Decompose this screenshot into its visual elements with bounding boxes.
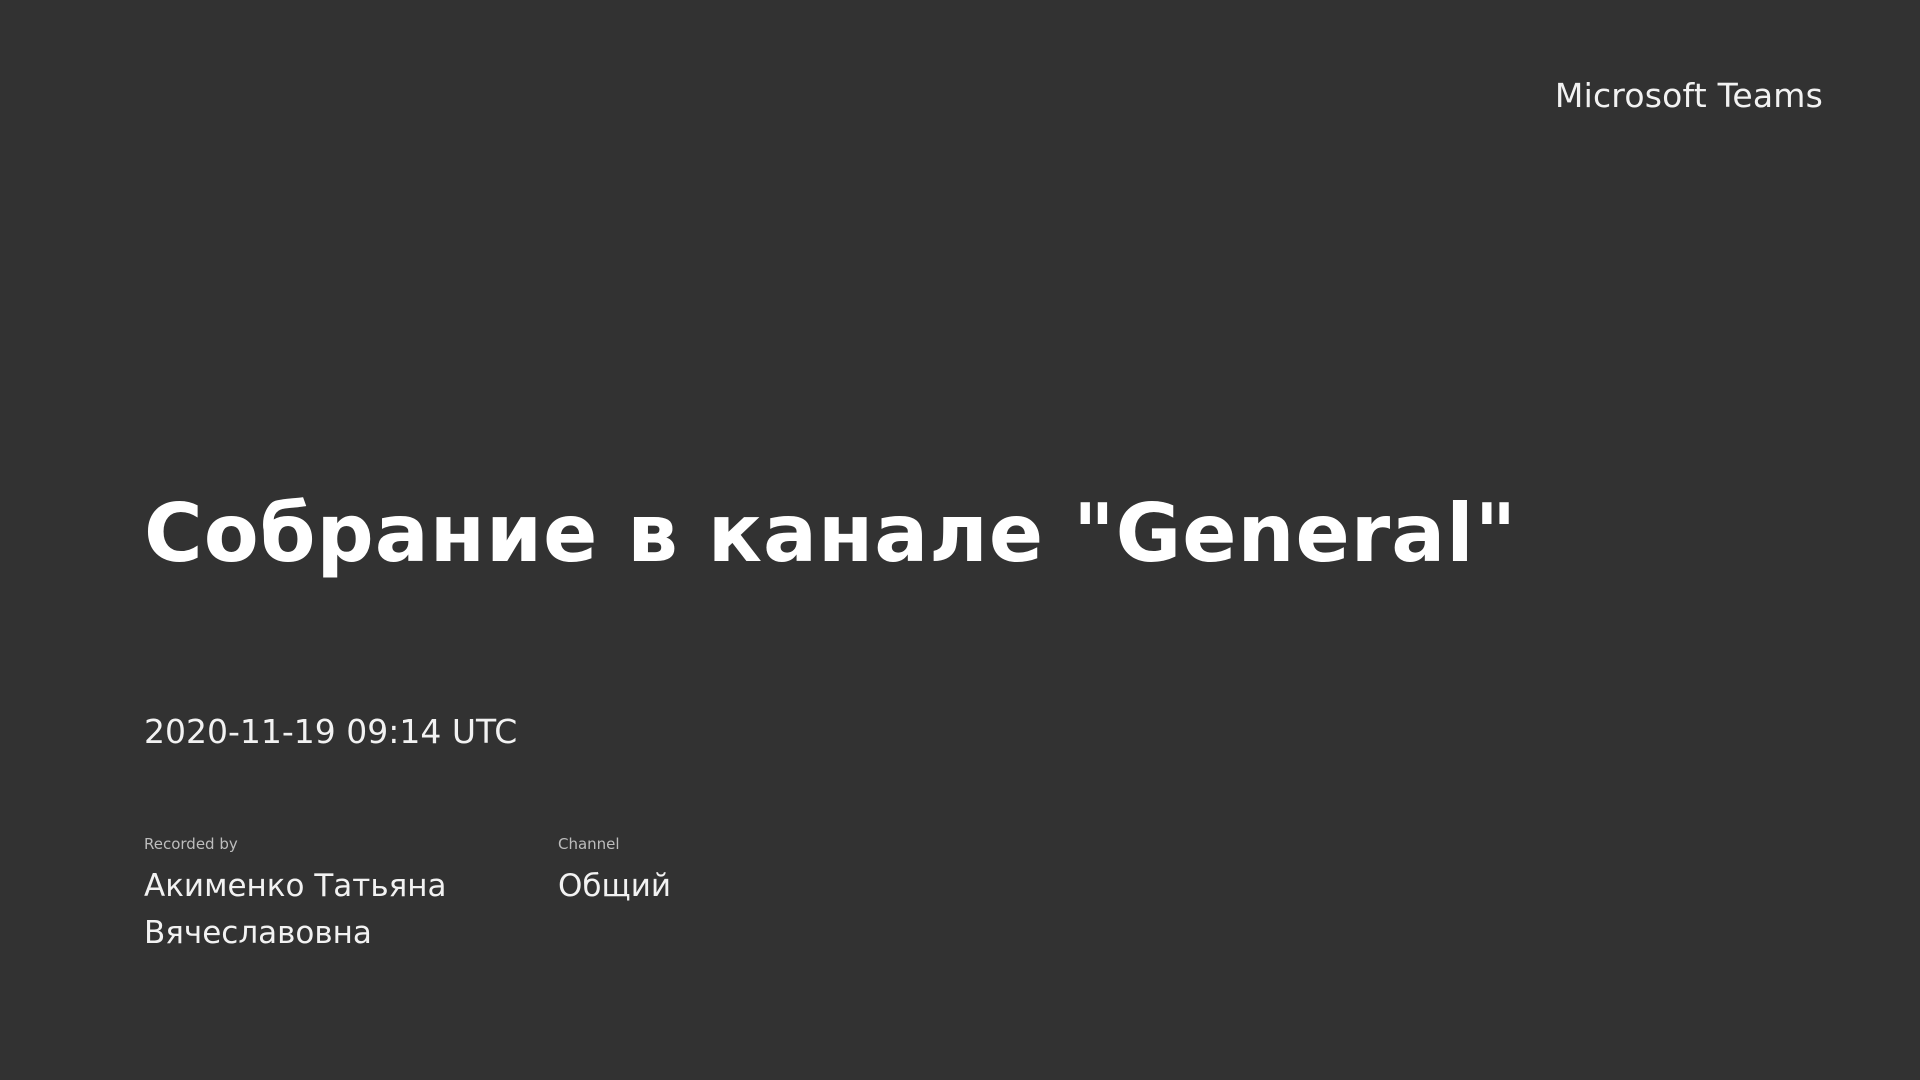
channel-value: Общий — [558, 868, 672, 904]
channel-section: Channel Общий — [558, 835, 918, 910]
meeting-title: Собрание в канале "General" — [144, 487, 1518, 580]
recorded-by-value: Акименко Татьяна Вячеславовна — [144, 868, 447, 951]
recorded-by-section: Recorded by Акименко Татьяна Вячеславовн… — [144, 835, 504, 957]
channel-label: Channel — [558, 835, 620, 853]
meeting-datetime: 2020-11-19 09:14 UTC — [144, 712, 518, 751]
app-brand: Microsoft Teams — [1554, 76, 1823, 115]
recorded-by-label: Recorded by — [144, 835, 238, 853]
